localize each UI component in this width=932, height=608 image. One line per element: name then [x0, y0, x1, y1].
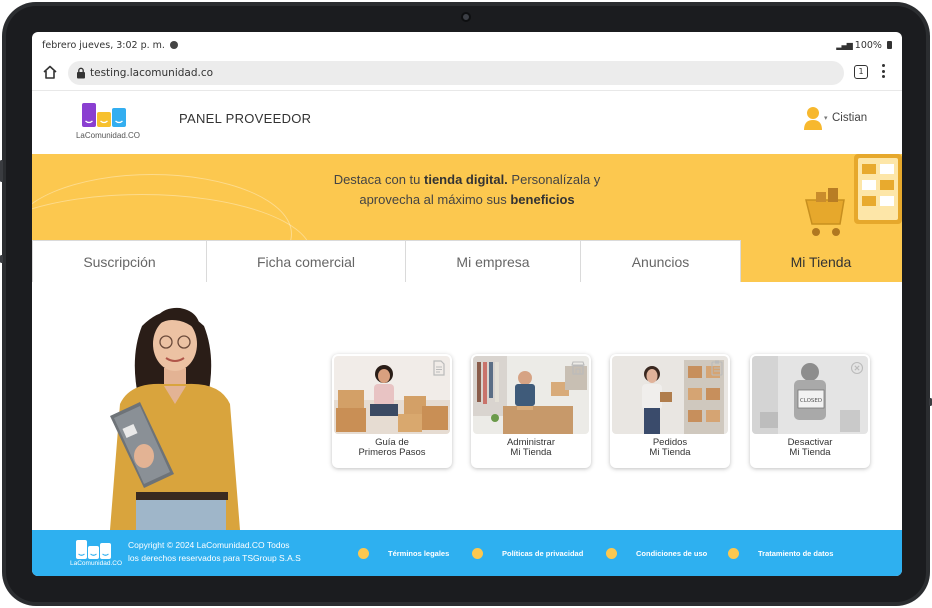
status-time-text: febrero jueves, 3:02 p. m.	[42, 40, 165, 51]
footer-logo-graphic	[76, 540, 111, 559]
front-camera	[461, 12, 471, 22]
site-header: LaComunidad.CO PANEL PROVEEDOR ▾ Cistian	[32, 90, 902, 154]
card-label-line2: Mi Tienda	[789, 447, 831, 458]
card-label: Guía de Primeros Pasos	[332, 438, 452, 458]
battery-icon	[887, 41, 892, 49]
status-bar: febrero jueves, 3:02 p. m. ▂▄▆ 100%	[32, 32, 902, 56]
footer-logo[interactable]: LaComunidad.CO	[66, 538, 126, 570]
banner-line2-bold: beneficios	[510, 192, 575, 207]
promo-banner: Destaca con tu tienda digital. Personalí…	[32, 154, 902, 240]
tab-ficha-comercial[interactable]: Ficha comercial	[207, 240, 406, 282]
site-logo[interactable]: LaComunidad.CO	[68, 99, 148, 143]
card-label-line2: Primeros Pasos	[358, 447, 426, 458]
section-tabs: Suscripción Ficha comercial Mi empresa A…	[32, 240, 902, 282]
footer-link-label: Condiciones de uso	[636, 549, 708, 558]
logo-label: LaComunidad.CO	[75, 131, 141, 140]
side-sensor	[0, 255, 3, 263]
bullet-icon	[472, 548, 483, 559]
logo-graphic	[82, 103, 126, 127]
tab-mi-empresa[interactable]: Mi empresa	[406, 240, 581, 282]
main-content: Guía de Primeros Pasos Administrar Mi Ti…	[32, 282, 902, 530]
online-shop-illustration	[805, 154, 902, 236]
browser-toolbar: testing.lacomunidad.co 1	[32, 56, 902, 90]
status-right: ▂▄▆ 100%	[836, 40, 892, 51]
chevron-down-icon: ▾	[824, 115, 828, 122]
document-icon	[433, 360, 445, 376]
clipboard-icon	[711, 360, 723, 376]
close-circle-icon	[850, 361, 864, 375]
card-label: Desactivar Mi Tienda	[750, 438, 870, 458]
banner-text: Destaca con tu tienda digital. Personalí…	[232, 170, 702, 210]
battery-level: 100%	[854, 40, 882, 51]
card-administrar-mi-tienda[interactable]: Administrar Mi Tienda	[471, 354, 591, 468]
footer-link-label: Políticas de privacidad	[502, 549, 584, 558]
url-text: testing.lacomunidad.co	[90, 67, 214, 79]
copyright-line1: Copyright © 2024 LaComunidad.CO Todos	[128, 540, 290, 550]
address-bar[interactable]: testing.lacomunidad.co	[68, 61, 844, 85]
card-guia-primeros-pasos[interactable]: Guía de Primeros Pasos	[332, 354, 452, 468]
tab-suscripcion[interactable]: Suscripción	[32, 240, 207, 282]
svg-text:CLOSED: CLOSED	[800, 398, 822, 404]
store-action-cards: Guía de Primeros Pasos Administrar Mi Ti…	[332, 354, 872, 472]
banner-line1-suffix: Personalízala y	[507, 172, 601, 187]
copyright-text: Copyright © 2024 LaComunidad.CO Todos lo…	[128, 539, 328, 565]
lock-icon	[77, 67, 85, 79]
banner-line2-prefix: aprovecha al máximo sus	[359, 192, 511, 207]
panel-title: PANEL PROVEEDOR	[179, 111, 312, 126]
card-label-line2: Mi Tienda	[649, 447, 691, 458]
card-desactivar-mi-tienda[interactable]: CLOSED Desactivar Mi Tienda	[750, 354, 870, 468]
storefront-icon	[571, 361, 585, 375]
bullet-icon	[606, 548, 617, 559]
footer-link-label: Tratamiento de datos	[758, 549, 834, 558]
browser-menu-icon[interactable]	[882, 64, 886, 80]
screen: febrero jueves, 3:02 p. m. ▂▄▆ 100% test…	[32, 32, 902, 576]
card-label: Administrar Mi Tienda	[471, 438, 591, 458]
bullet-icon	[358, 548, 369, 559]
signal-icon: ▂▄▆	[836, 41, 853, 50]
card-pedidos-mi-tienda[interactable]: Pedidos Mi Tienda	[610, 354, 730, 468]
card-label-line2: Mi Tienda	[510, 447, 552, 458]
bullet-icon	[728, 548, 739, 559]
site-footer: LaComunidad.CO Copyright © 2024 LaComuni…	[32, 530, 902, 576]
tab-switcher-icon[interactable]: 1	[854, 65, 868, 79]
tab-mi-tienda[interactable]: Mi Tienda	[741, 240, 902, 282]
copyright-line2: los derechos reservados para TSGroup S.A…	[128, 553, 301, 563]
banner-line1-bold: tienda digital.	[424, 172, 508, 187]
card-label: Pedidos Mi Tienda	[610, 438, 730, 458]
user-name: Cistian	[832, 112, 868, 124]
status-time: febrero jueves, 3:02 p. m.	[42, 40, 178, 51]
side-button	[0, 160, 3, 182]
user-avatar-icon	[804, 107, 822, 130]
footer-logo-label: LaComunidad.CO	[69, 560, 123, 567]
home-icon[interactable]	[42, 64, 58, 80]
tab-anuncios[interactable]: Anuncios	[581, 240, 741, 282]
footer-link-label: Términos legales	[388, 549, 450, 558]
hero-woman-image	[110, 307, 240, 530]
banner-line1-prefix: Destaca con tu	[333, 172, 425, 187]
notification-icon	[169, 41, 178, 49]
